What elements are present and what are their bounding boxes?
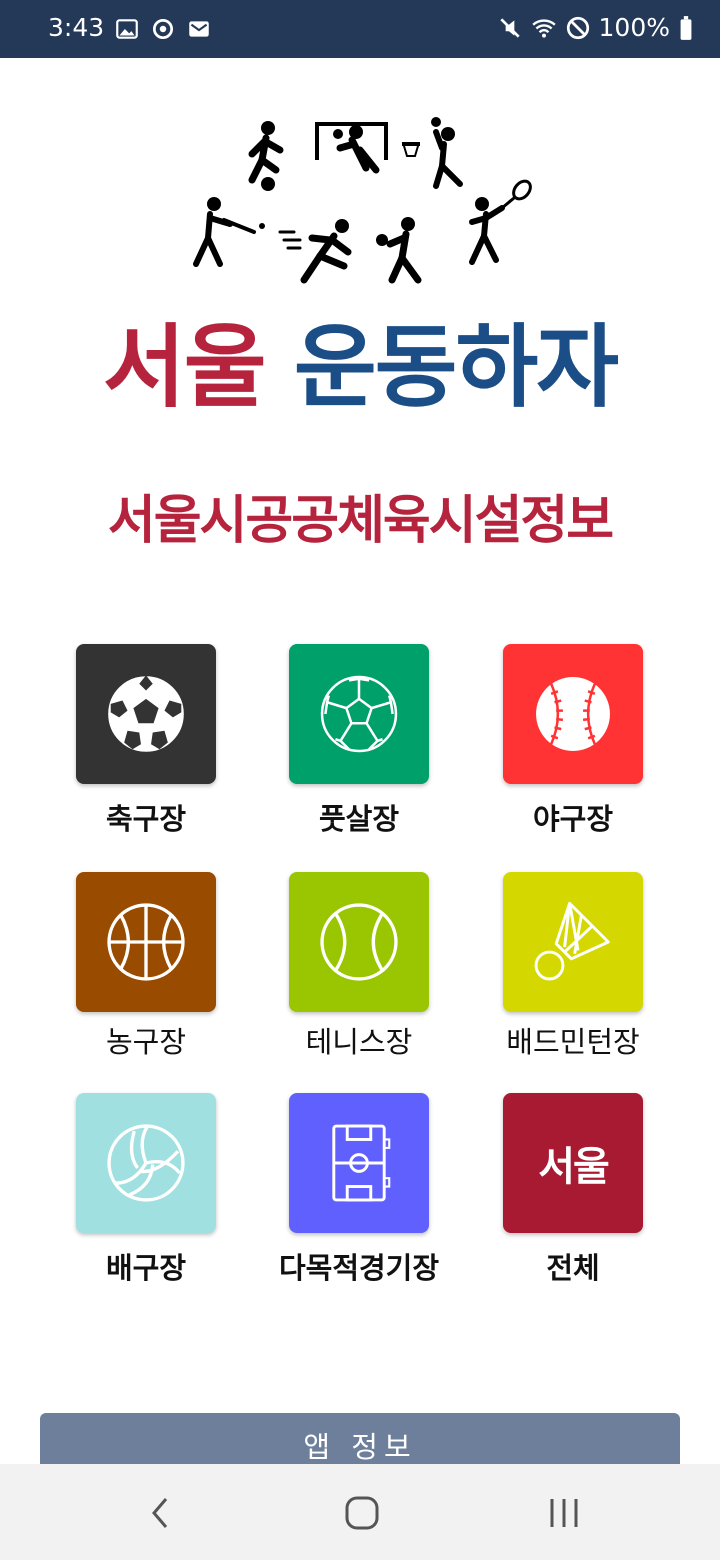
status-time: 3:43 — [48, 13, 105, 42]
category-soccer-label: 축구장 — [105, 802, 187, 836]
soccer-ball-icon — [106, 674, 186, 754]
recents-button[interactable] — [534, 1488, 594, 1538]
tennis-ball-icon — [320, 903, 398, 981]
category-all-label: 전체 — [546, 1251, 600, 1285]
title-exercise: 운동하자 — [293, 315, 619, 420]
gmail-icon — [189, 21, 209, 37]
category-tennis-button[interactable] — [289, 872, 429, 1012]
wifi-icon — [531, 18, 556, 38]
sync-icon — [152, 18, 174, 40]
app-title: 서울 운동하자 — [0, 318, 720, 418]
home-button[interactable] — [332, 1488, 392, 1538]
seoul-logo-icon: 서울 — [538, 1144, 610, 1190]
shuttlecock-icon — [534, 901, 610, 981]
category-all-button[interactable]: 서울 — [503, 1093, 643, 1233]
category-baseball-label: 야구장 — [532, 802, 614, 836]
basketball-icon — [107, 903, 185, 981]
sports-figures-illustration — [193, 117, 532, 284]
home-icon — [345, 1496, 379, 1530]
status-bar: 3:43 100% — [0, 0, 720, 58]
category-basketball-button[interactable] — [76, 872, 216, 1012]
category-futsal-button[interactable] — [289, 644, 429, 784]
soccer-player-figure — [248, 121, 284, 191]
do-not-disturb-icon — [566, 16, 589, 39]
system-nav-bar — [0, 1464, 720, 1560]
basketball-player-figure — [402, 117, 463, 189]
category-badminton-button[interactable] — [503, 872, 643, 1012]
battery-icon — [680, 15, 692, 40]
tennis-player-figure — [469, 179, 532, 265]
baseball-batter-figure — [193, 197, 265, 267]
goalkeeper-figure — [315, 122, 388, 174]
category-baseball-button[interactable] — [503, 644, 643, 784]
mute-icon — [499, 17, 520, 38]
runner-figure — [278, 219, 352, 284]
category-volleyball-button[interactable] — [76, 1093, 216, 1233]
category-volleyball-label: 배구장 — [105, 1251, 187, 1285]
app-subtitle: 서울시공공체육시설정보 — [107, 491, 614, 551]
category-futsal-label: 풋살장 — [318, 802, 400, 836]
back-icon — [152, 1498, 168, 1528]
category-multipurpose-label: 다목적경기장 — [278, 1251, 440, 1285]
category-multipurpose-button[interactable] — [289, 1093, 429, 1233]
back-button[interactable] — [130, 1488, 190, 1538]
battery-percent: 100% — [598, 13, 670, 42]
category-basketball-label: 농구장 — [105, 1025, 187, 1059]
recents-icon — [550, 1499, 578, 1527]
title-seoul: 서울 — [102, 315, 267, 420]
category-badminton-label: 배드민턴장 — [506, 1025, 640, 1059]
volleyball-icon — [107, 1124, 185, 1202]
volleyball-player-figure — [376, 217, 422, 284]
futsal-ball-icon — [320, 675, 398, 753]
category-tennis-label: 테니스장 — [305, 1025, 413, 1059]
baseball-icon — [536, 677, 610, 751]
category-soccer-button[interactable] — [76, 644, 216, 784]
field-icon — [332, 1124, 391, 1202]
image-icon — [116, 19, 138, 39]
